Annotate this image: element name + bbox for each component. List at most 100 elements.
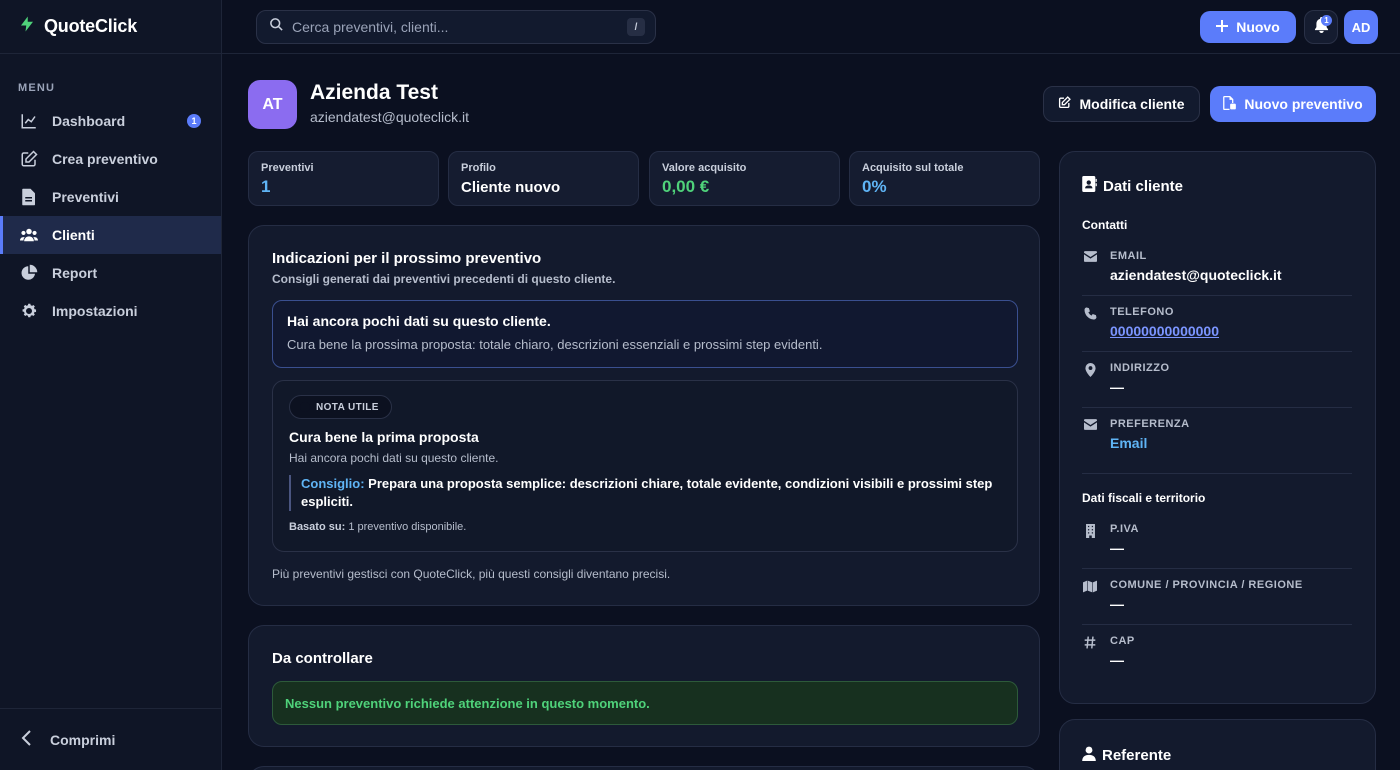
client-details-panel: Dati cliente Contatti EMAIL aziendatest@…: [1059, 151, 1376, 704]
detail-label: COMUNE / PROVINCIA / REGIONE: [1110, 579, 1303, 591]
stat-label: Acquisito sul totale: [862, 162, 964, 174]
mail-icon: [1082, 418, 1098, 473]
search-bar[interactable]: /: [256, 10, 656, 44]
sidebar-item-impostazioni[interactable]: Impostazioni: [0, 292, 221, 330]
client-avatar: AT: [248, 80, 297, 129]
detail-row-cap: CAP —: [1082, 625, 1352, 681]
details-title-row: Dati cliente: [1082, 176, 1353, 196]
edit-icon: [20, 150, 38, 168]
edit-client-button[interactable]: Modifica cliente: [1043, 86, 1200, 122]
detail-row-email: EMAIL aziendatest@quoteclick.it: [1082, 240, 1352, 296]
sidebar-item-preventivi[interactable]: Preventivi: [0, 178, 221, 216]
contact-card-icon: [1082, 176, 1097, 196]
stat-value: 1: [261, 177, 271, 196]
dashboard-badge: 1: [187, 114, 201, 128]
sidebar-item-dashboard[interactable]: Dashboard 1: [0, 102, 221, 140]
note-pill-label: NOTA UTILE: [316, 401, 379, 413]
referent-title: Referente: [1102, 747, 1172, 764]
pin-icon: [1082, 362, 1098, 407]
chart-line-icon: [20, 112, 38, 130]
detail-row-indirizzo: INDIRIZZO —: [1082, 352, 1352, 408]
detail-value: —: [1110, 596, 1124, 612]
hints-card: Indicazioni per il prossimo preventivo C…: [248, 225, 1040, 606]
brand[interactable]: QuoteClick: [0, 0, 221, 54]
stat-value: Cliente nuovo: [461, 179, 561, 196]
hints-footer: Più preventivi gestisci con QuoteClick, …: [272, 567, 671, 581]
mail-icon: [1082, 250, 1098, 295]
sidebar-item-clienti[interactable]: Clienti: [0, 216, 221, 254]
tip-quote: Consiglio: Prepara una proposta semplice…: [289, 475, 1001, 511]
file-add-icon: [1223, 95, 1237, 113]
sidebar-item-label: Preventivi: [52, 189, 119, 205]
user-avatar[interactable]: AD: [1344, 10, 1378, 44]
check-card: Da controllare Nessun preventivo richied…: [248, 625, 1040, 747]
details-title: Dati cliente: [1103, 177, 1184, 195]
note-title: Cura bene la prima proposta: [289, 429, 479, 445]
chevron-left-icon: [20, 730, 34, 749]
note-box: NOTA UTILE Cura bene la prima proposta H…: [272, 380, 1018, 552]
new-button-label: Nuovo: [1236, 19, 1280, 35]
contacts-label: Contatti: [1082, 218, 1128, 232]
tip-text: Prepara una proposta semplice: descrizio…: [301, 476, 993, 509]
search-icon: [269, 17, 284, 37]
detail-label: P.IVA: [1110, 523, 1139, 535]
detail-label: PREFERENZA: [1110, 418, 1190, 430]
alert-text: Cura bene la prossima proposta: totale c…: [287, 337, 823, 352]
detail-label: CAP: [1110, 635, 1135, 647]
stat-label: Profilo: [461, 162, 496, 174]
sidebar-item-label: Clienti: [52, 227, 95, 243]
detail-row-telefono: TELEFONO 00000000000000: [1082, 296, 1352, 352]
sidebar-item-label: Report: [52, 265, 98, 281]
new-button[interactable]: Nuovo: [1200, 11, 1296, 43]
pie-chart-icon: [20, 264, 38, 282]
sidebar-item-report[interactable]: Report: [0, 254, 221, 292]
alert-title: Hai ancora pochi dati su questo cliente.: [287, 313, 551, 329]
new-quote-label: Nuovo preventivo: [1244, 96, 1363, 112]
detail-row-preferenza: PREFERENZA Email: [1082, 408, 1352, 474]
low-data-alert: Hai ancora pochi dati su questo cliente.…: [272, 300, 1018, 368]
stat-acquisito-totale: Acquisito sul totale 0%: [849, 151, 1040, 206]
topbar: / Nuovo 1 AD: [222, 0, 1400, 54]
hints-subtitle: Consigli generati dai preventivi precede…: [272, 272, 616, 286]
collapse-label: Comprimi: [50, 731, 116, 748]
detail-value: —: [1110, 379, 1124, 395]
next-card: [248, 766, 1040, 770]
check-ok-message: Nessun preventivo richiede attenzione in…: [272, 681, 1018, 725]
stat-preventivi: Preventivi 1: [248, 151, 439, 206]
users-icon: [20, 226, 38, 244]
fiscal-label: Dati fiscali e territorio: [1082, 491, 1206, 505]
map-icon: [1082, 579, 1098, 624]
phone-link[interactable]: 00000000000000: [1110, 323, 1219, 339]
based-label: Basato su:: [289, 521, 346, 533]
collapse-sidebar-button[interactable]: Comprimi: [0, 708, 221, 770]
sidebar-item-label: Crea preventivo: [52, 151, 158, 167]
edit-client-label: Modifica cliente: [1079, 96, 1185, 112]
sidebar-item-label: Dashboard: [52, 113, 126, 129]
hash-icon: [1082, 635, 1098, 681]
detail-label: EMAIL: [1110, 250, 1147, 262]
stat-label: Valore acquisito: [662, 162, 747, 174]
detail-value: —: [1110, 540, 1124, 556]
stat-value: 0,00 €: [662, 177, 710, 196]
bolt-icon: [18, 15, 36, 38]
sidebar-item-crea-preventivo[interactable]: Crea preventivo: [0, 140, 221, 178]
detail-value: aziendatest@quoteclick.it: [1110, 267, 1282, 283]
note-pill: NOTA UTILE: [289, 395, 392, 419]
stat-profilo: Profilo Cliente nuovo: [448, 151, 639, 206]
tip-label: Consiglio:: [301, 476, 365, 491]
note-dot-icon: [300, 402, 310, 412]
plus-icon: [1216, 19, 1229, 35]
edit-icon: [1058, 96, 1072, 112]
stat-label: Preventivi: [261, 162, 314, 174]
notifications-button[interactable]: 1: [1304, 10, 1338, 44]
search-input[interactable]: [292, 19, 619, 35]
notifications-badge: 1: [1321, 15, 1332, 26]
detail-row-comune: COMUNE / PROVINCIA / REGIONE —: [1082, 569, 1352, 625]
new-quote-button[interactable]: Nuovo preventivo: [1210, 86, 1376, 122]
referent-panel: Referente: [1059, 719, 1376, 770]
gear-icon: [20, 302, 38, 320]
note-text: Hai ancora pochi dati su questo cliente.: [289, 451, 499, 465]
client-name: Azienda Test: [310, 81, 438, 104]
detail-label: TELEFONO: [1110, 306, 1174, 318]
menu-label: MENU: [18, 82, 56, 94]
